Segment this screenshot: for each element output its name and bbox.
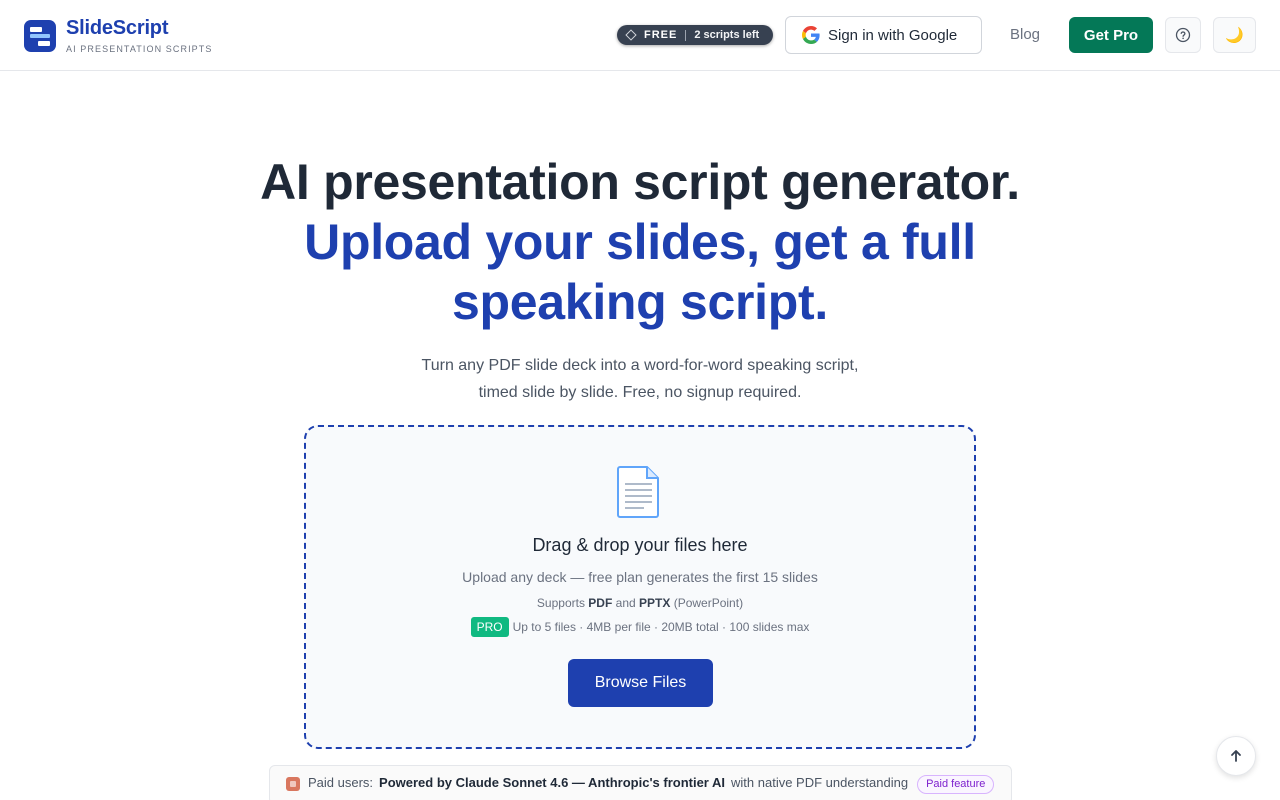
pro-limits-text: Up to 5 files · 4MB per file · 20MB tota… (512, 620, 810, 634)
dark-mode-toggle[interactable]: 🌙 (1213, 17, 1256, 53)
free-plan-badge[interactable]: FREE 2 scripts left (617, 25, 773, 45)
paid-feature-banner: Paid users: Powered by Claude Sonnet 4.6… (269, 765, 1012, 800)
document-icon (617, 466, 659, 518)
dropzone-description: Upload any deck — free plan generates th… (462, 569, 818, 585)
supported-formats: Supports PDF and PPTX (PowerPoint) (536, 596, 744, 610)
diamond-icon (625, 29, 637, 41)
pro-badge: PRO (470, 617, 509, 637)
top-navbar: SlideScript AI PRESENTATION SCRIPTS FREE… (0, 0, 1280, 71)
google-signin-label: Sign in with Google (828, 26, 958, 44)
brand-name: SlideScript (66, 17, 169, 39)
brand-tagline: AI PRESENTATION SCRIPTS (66, 44, 213, 54)
plan-label: FREE (644, 29, 678, 41)
pro-limits: PRO Up to 5 files · 4MB per file · 20MB … (306, 617, 974, 637)
scripts-left-count: 2 scripts left (694, 29, 760, 41)
get-pro-button[interactable]: Get Pro (1069, 17, 1153, 53)
scroll-to-top-button[interactable] (1216, 736, 1256, 776)
google-icon (802, 26, 820, 44)
google-signin-button[interactable]: Sign in with Google (785, 16, 982, 54)
browse-files-button[interactable]: Browse Files (568, 659, 713, 707)
arrow-up-icon (1231, 750, 1241, 762)
file-dropzone[interactable]: Drag & drop your files here Upload any d… (304, 425, 976, 749)
hero-title-accent: Upload your slides, get a full speaking … (304, 214, 976, 330)
slidescript-logo-icon (24, 20, 56, 52)
help-icon (1175, 27, 1191, 43)
paid-feature-pill: Paid feature (917, 775, 995, 794)
hero-subtitle: Turn any PDF slide deck into a word-for-… (421, 357, 859, 401)
moon-icon: 🌙 (1225, 27, 1244, 44)
hero-title: AI presentation script generator. (260, 154, 1020, 210)
dropzone-title: Drag & drop your files here (532, 535, 748, 555)
hero-heading: AI presentation script generator. Upload… (0, 152, 1280, 332)
claude-icon (286, 777, 300, 791)
blog-link[interactable]: Blog (1010, 26, 1040, 43)
brand[interactable]: SlideScript AI PRESENTATION SCRIPTS (24, 18, 212, 54)
help-button[interactable] (1165, 17, 1201, 53)
